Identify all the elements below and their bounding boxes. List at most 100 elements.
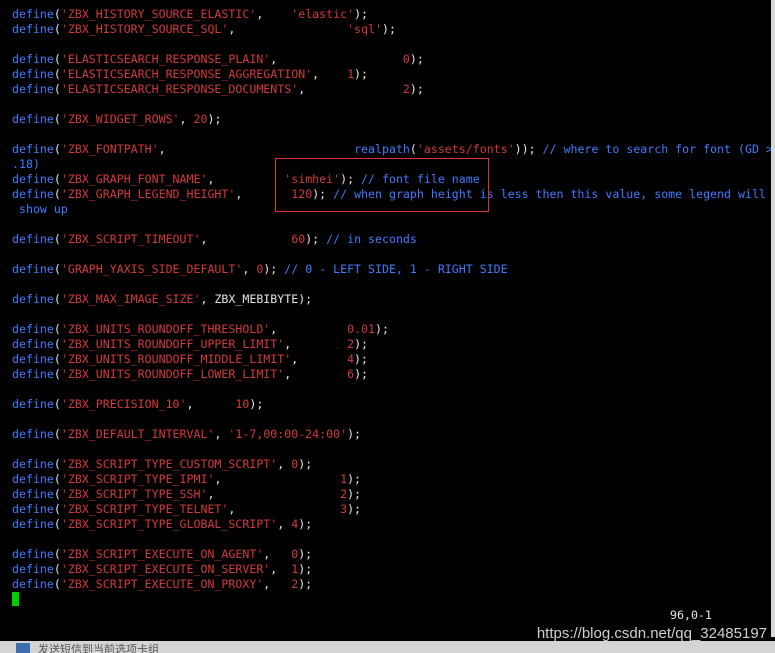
code-token: define [12, 22, 54, 36]
code-line: define('ELASTICSEARCH_RESPONSE_PLAIN', 0… [12, 52, 771, 67]
code-token: 2 [402, 82, 410, 96]
code-token: 1 [340, 472, 348, 486]
code-line: define('ELASTICSEARCH_RESPONSE_AGGREGATI… [12, 67, 771, 82]
watermark: https://blog.csdn.net/qq_32485197 [536, 625, 767, 642]
code-token: define [12, 517, 54, 531]
code-token: 'ZBX_SCRIPT_EXECUTE_ON_PROXY' [60, 577, 264, 591]
code-token: ); [347, 427, 362, 441]
code-line: define('ZBX_FONTPATH', realpath('assets/… [12, 142, 771, 157]
code-token: ); [298, 517, 313, 531]
code-token: , [186, 397, 236, 411]
code-line: define('ZBX_GRAPH_LEGEND_HEIGHT', 120); … [12, 187, 771, 202]
code-token: ); [354, 67, 369, 81]
code-token: , [284, 337, 348, 351]
code-token: , [277, 517, 292, 531]
code-token: ( [53, 547, 61, 561]
code-token: , [242, 262, 257, 276]
code-token: , [270, 562, 292, 576]
code-token: ( [53, 187, 61, 201]
code-token: ( [53, 427, 61, 441]
code-token: .18) [12, 157, 40, 171]
code-token: define [12, 7, 54, 21]
vim-editor[interactable]: define('ZBX_HISTORY_SOURCE_ELASTIC', 'el… [0, 0, 775, 637]
code-line: .18) [12, 157, 771, 172]
code-token: ); [298, 457, 313, 471]
code-token: , [228, 22, 348, 36]
code-token: , [270, 52, 403, 66]
code-line: define('ZBX_SCRIPT_TYPE_GLOBAL_SCRIPT', … [12, 517, 771, 532]
send-icon[interactable] [16, 643, 30, 653]
code-token: ); [298, 577, 313, 591]
code-token: ( [53, 352, 61, 366]
bottom-bar-label[interactable]: 发送短信到当前选项卡组 [38, 641, 159, 653]
code-line: define('ZBX_WIDGET_ROWS', 20); [12, 112, 771, 127]
code-token: 'ZBX_UNITS_ROUNDOFF_UPPER_LIMIT' [60, 337, 285, 351]
code-token: 'elastic' [291, 7, 355, 21]
code-token: ( [53, 67, 61, 81]
code-token: ); [347, 472, 362, 486]
code-token: 'ZBX_SCRIPT_TYPE_IPMI' [60, 472, 215, 486]
cursor-position: 96,0-1 [670, 608, 712, 622]
code-token: define [12, 352, 54, 366]
code-token: 'ZBX_SCRIPT_TYPE_TELNET' [60, 502, 229, 516]
code-token: , [312, 67, 348, 81]
code-token: 'ZBX_SCRIPT_TYPE_SSH' [60, 487, 208, 501]
code-token: 10 [235, 397, 250, 411]
code-token: 'ZBX_UNITS_ROUNDOFF_THRESHOLD' [60, 322, 271, 336]
code-line: define('ZBX_DEFAULT_INTERVAL', '1-7,00:0… [12, 427, 771, 442]
code-token: ); [298, 562, 313, 576]
code-line [12, 592, 771, 607]
text-cursor [12, 592, 19, 606]
code-token: ( [53, 172, 61, 186]
code-token: define [12, 172, 54, 186]
code-token: , [277, 457, 292, 471]
code-token: , ZBX_MEBIBYTE); [200, 292, 313, 306]
code-token: define [12, 502, 54, 516]
code-line: show up [12, 202, 771, 217]
code-token: define [12, 67, 54, 81]
code-token: ( [53, 22, 61, 36]
code-token: 'ZBX_SCRIPT_TIMEOUT' [60, 232, 201, 246]
code-token: define [12, 322, 54, 336]
code-token: ); [347, 487, 362, 501]
code-line: define('ZBX_UNITS_ROUNDOFF_MIDDLE_LIMIT'… [12, 352, 771, 367]
code-token: 'ZBX_WIDGET_ROWS' [60, 112, 180, 126]
code-token: ( [53, 562, 61, 576]
code-line: define('ZBX_SCRIPT_EXECUTE_ON_AGENT', 0)… [12, 547, 771, 562]
code-token: 'ZBX_DEFAULT_INTERVAL' [60, 427, 215, 441]
code-token: ( [53, 577, 61, 591]
code-token: ); [347, 502, 362, 516]
code-token: 'ZBX_GRAPH_LEGEND_HEIGHT' [60, 187, 236, 201]
code-token: ); [249, 397, 264, 411]
code-lines: define('ZBX_HISTORY_SOURCE_ELASTIC', 'el… [12, 7, 771, 607]
code-token: define [12, 472, 54, 486]
code-token: // in seconds [319, 232, 417, 246]
code-token: define [12, 112, 54, 126]
code-line: define('ZBX_SCRIPT_TIMEOUT', 60); // in … [12, 232, 771, 247]
code-line: define('ELASTICSEARCH_RESPONSE_DOCUMENTS… [12, 82, 771, 97]
code-token: 1 [347, 67, 355, 81]
code-line: define('ZBX_SCRIPT_TYPE_SSH', 2); [12, 487, 771, 502]
code-token: // 0 - LEFT SIDE, 1 - RIGHT SIDE [277, 262, 508, 276]
code-token: define [12, 337, 54, 351]
code-token: , [207, 172, 285, 186]
code-token: 4 [347, 352, 355, 366]
code-token: define [12, 397, 54, 411]
code-token: ( [53, 367, 61, 381]
code-line: define('ZBX_HISTORY_SOURCE_ELASTIC', 'el… [12, 7, 771, 22]
code-token: ( [53, 112, 61, 126]
code-token: ( [53, 322, 61, 336]
code-token: // font file name [354, 172, 480, 186]
code-token: ); [340, 172, 355, 186]
code-token: define [12, 187, 54, 201]
code-token: // when graph height is less then this v… [326, 187, 766, 201]
code-token: , [179, 112, 194, 126]
code-token: define [12, 292, 54, 306]
code-token: ( [53, 292, 61, 306]
